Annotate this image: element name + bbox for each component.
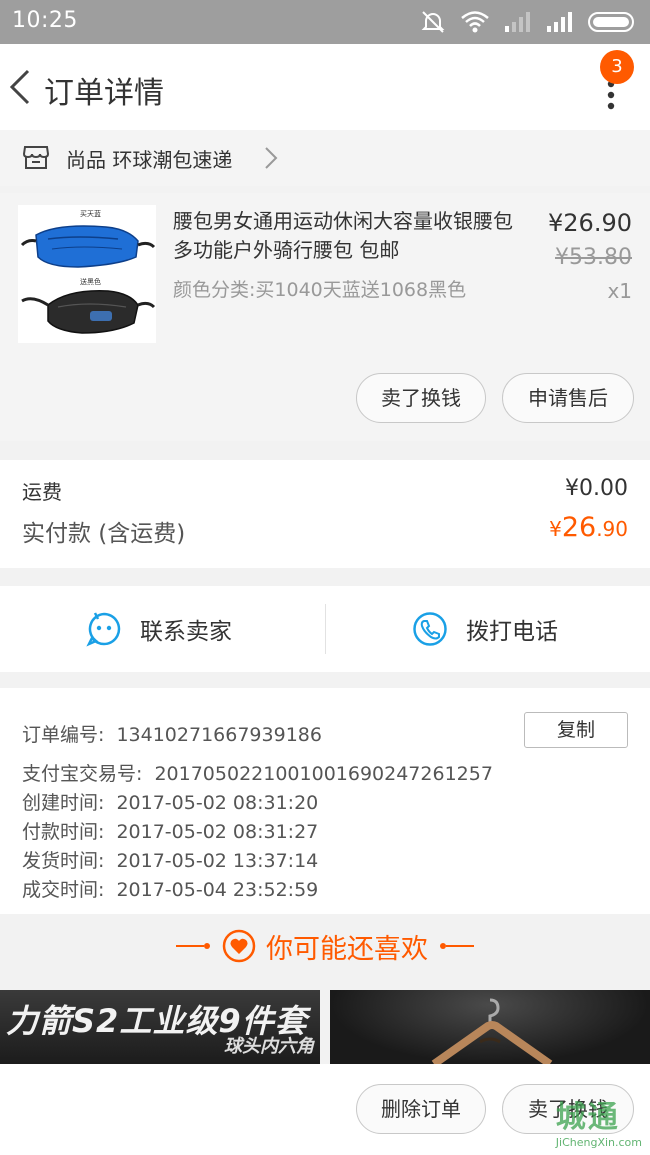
shop-name: 尚品 环球潮包速递: [66, 148, 233, 172]
order-number-row: 订单编号: 13410271667939186: [22, 720, 322, 747]
status-time: 10:25: [12, 8, 78, 33]
paid-integer: 26: [561, 512, 597, 543]
battery-icon: [588, 12, 634, 32]
shipped-time-value: 2017-05-02 13:37:14: [116, 850, 319, 872]
status-bar: 10:25: [0, 0, 650, 44]
paid-time-label: 付款时间:: [22, 821, 105, 843]
product-price: ¥26.90: [548, 209, 632, 237]
product-sku: 颜色分类:买1040天蓝送1068黑色: [173, 279, 467, 301]
recommend-title: 你可能还喜欢: [266, 933, 428, 965]
shipped-time-row: 发货时间: 2017-05-02 13:37:14: [22, 846, 318, 873]
paid-amount: ¥26.90: [549, 512, 628, 543]
shop-row[interactable]: 尚品 环球潮包速递: [0, 130, 650, 186]
thumb-label-top: 买天蓝: [80, 209, 101, 218]
back-arrow-icon[interactable]: [8, 68, 32, 106]
chat-bubble-icon: [86, 612, 121, 647]
paid-time-value: 2017-05-02 08:31:27: [116, 821, 319, 843]
created-time-row: 创建时间: 2017-05-02 08:31:20: [22, 788, 318, 815]
more-options-icon[interactable]: [606, 80, 616, 110]
alipay-label: 支付宝交易号:: [22, 763, 143, 785]
copy-button[interactable]: 复制: [524, 712, 628, 748]
wifi-icon: [461, 11, 489, 33]
product-title[interactable]: 腰包男女通用运动休闲大容量收银腰包多功能户外骑行腰包 包邮: [173, 207, 528, 265]
paid-decimal: .90: [596, 517, 628, 541]
left-arrow-decoration: [176, 943, 210, 949]
signal-weak-icon: [505, 12, 530, 32]
shipped-time-label: 发货时间:: [22, 850, 105, 872]
fee-section: 运费 ¥0.00 实付款 (含运费) ¥26.90: [0, 460, 650, 568]
delete-order-button[interactable]: 删除订单: [356, 1084, 486, 1134]
watermark-url: JiChengXin.com: [555, 1136, 642, 1149]
paid-time-row: 付款时间: 2017-05-02 08:31:27: [22, 817, 318, 844]
alipay-row: 支付宝交易号: 2017050221001001690247261257: [22, 759, 493, 786]
alipay-value: 2017050221001001690247261257: [154, 763, 493, 785]
contact-seller-label: 联系卖家: [140, 619, 232, 645]
notification-badge: 3: [600, 50, 634, 84]
heart-icon: [222, 929, 256, 963]
paid-currency: ¥: [549, 517, 562, 541]
thumb-label-bottom: 送黑色: [80, 277, 101, 286]
created-time-value: 2017-05-02 08:31:20: [116, 792, 319, 814]
watermark-logo: 城通: [555, 1100, 620, 1135]
sell-button[interactable]: 卖了换钱: [356, 373, 486, 423]
completed-time-value: 2017-05-04 23:52:59: [116, 879, 319, 901]
watermark: 城通 JiChengXin.com: [556, 1092, 642, 1149]
phone-icon: [413, 612, 447, 646]
chevron-right-icon: [265, 147, 278, 169]
shop-icon: [22, 146, 50, 169]
right-arrow-decoration: [440, 943, 474, 949]
hanger-image: [431, 998, 553, 1064]
waist-bag-image: 买天蓝 送黑色: [20, 209, 156, 334]
call-phone-button[interactable]: 拨打电话: [412, 586, 558, 672]
status-icons: [420, 9, 638, 35]
contact-divider: [325, 604, 326, 654]
recommend-banners: 力箭S2工业级9件套 球头内六角: [0, 990, 650, 1064]
paid-label: 实付款 (含运费): [22, 521, 186, 547]
product-original-price: ¥53.80: [555, 245, 632, 270]
recommend-banner-tools[interactable]: 力箭S2工业级9件套 球头内六角: [0, 990, 320, 1064]
shipping-label: 运费: [22, 480, 62, 504]
call-phone-label: 拨打电话: [466, 619, 558, 645]
shipping-value: ¥0.00: [565, 476, 628, 501]
product-item: 买天蓝 送黑色 腰包男女通用运动休闲大容量收银腰包多功能户外骑行腰包 包邮 颜色…: [0, 193, 650, 441]
banner-tools-subline: 球头内六角: [224, 1036, 314, 1057]
completed-time-row: 成交时间: 2017-05-04 23:52:59: [22, 875, 318, 902]
product-thumbnail[interactable]: 买天蓝 送黑色: [18, 205, 156, 343]
completed-time-label: 成交时间:: [22, 879, 105, 901]
after-sale-button[interactable]: 申请售后: [502, 373, 634, 423]
mute-bell-icon: [421, 11, 445, 33]
recommend-header: 你可能还喜欢: [0, 916, 650, 976]
contact-section: 联系卖家 拨打电话: [0, 586, 650, 672]
signal-strong-icon: [547, 12, 572, 32]
contact-seller-button[interactable]: 联系卖家: [86, 586, 232, 672]
page-title: 订单详情: [44, 76, 164, 111]
order-number-label: 订单编号:: [22, 724, 105, 746]
recommend-banner-hanger[interactable]: [330, 990, 650, 1064]
order-info-section: 订单编号: 13410271667939186 复制 支付宝交易号: 20170…: [0, 688, 650, 914]
order-number-value: 13410271667939186: [116, 724, 322, 746]
bottom-action-bar: 删除订单 卖了换钱 城通 JiChengXin.com: [0, 1064, 650, 1155]
nav-bar: 订单详情 3: [0, 44, 650, 130]
created-time-label: 创建时间:: [22, 792, 105, 814]
product-quantity: x1: [607, 279, 632, 303]
